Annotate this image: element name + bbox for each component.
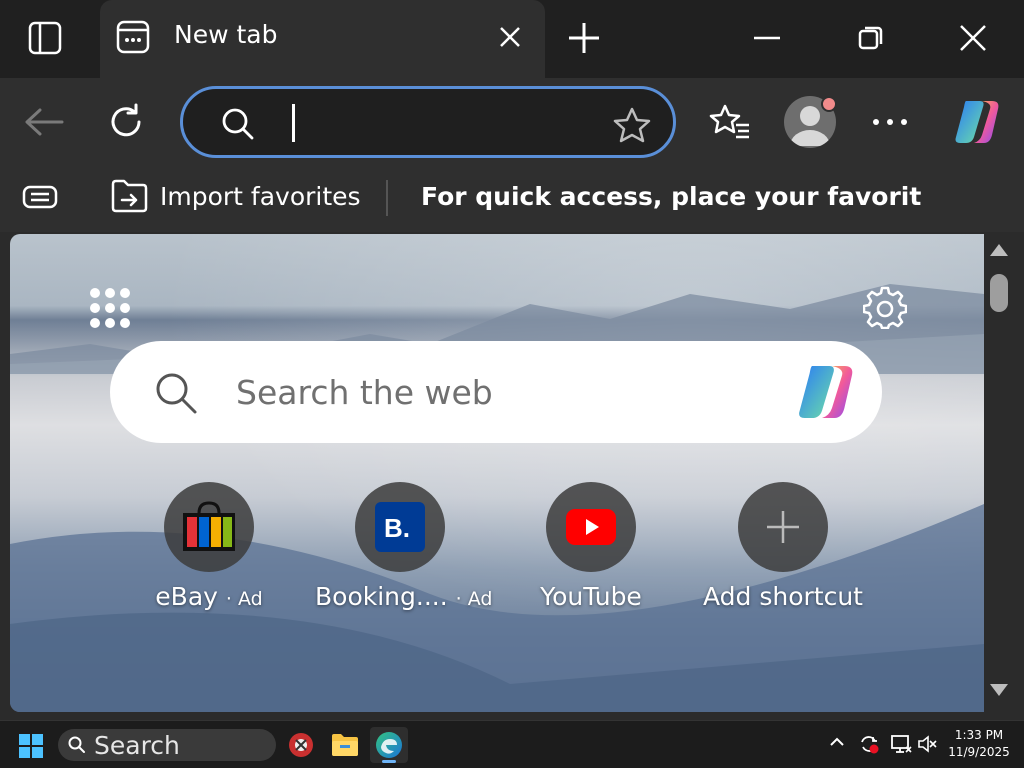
- svg-text:B.: B.: [384, 513, 410, 543]
- collections-icon: [22, 185, 58, 209]
- copilot-icon[interactable]: [792, 361, 862, 423]
- copilot-button[interactable]: [950, 94, 1006, 150]
- shortcut-youtube[interactable]: YouTube: [506, 482, 676, 622]
- address-input[interactable]: [283, 102, 593, 144]
- plus-icon: [569, 23, 599, 53]
- app-grid-icon: [90, 288, 130, 328]
- search-icon: [68, 736, 85, 753]
- shortcut-ebay[interactable]: eBay · Ad: [124, 482, 294, 622]
- system-clock[interactable]: 1:33 PM 11/9/2025: [938, 727, 1020, 761]
- search-icon: [222, 108, 254, 140]
- sync-status-icon-button[interactable]: [858, 733, 880, 759]
- booking-logo-icon: B.: [375, 502, 425, 552]
- add-shortcut-tile[interactable]: [738, 482, 828, 572]
- favorites-divider: [386, 180, 388, 216]
- tab-actions-icon: [28, 21, 62, 55]
- folder-import-icon: [111, 179, 148, 213]
- taskbar-app-edge[interactable]: [370, 727, 408, 763]
- tab-title: New tab: [174, 20, 278, 49]
- shortcut-booking[interactable]: B. Booking.... · Ad: [315, 482, 493, 622]
- shortcut-ebay-label: eBay · Ad: [155, 582, 263, 611]
- minimize-icon: [754, 36, 780, 40]
- collections-button[interactable]: [20, 181, 60, 217]
- import-favorites-label: Import favorites: [160, 181, 361, 211]
- favorites-list-icon: [709, 104, 749, 139]
- arrow-left-icon: [25, 108, 64, 136]
- tab-actions-button[interactable]: [22, 18, 68, 58]
- page-scrollbar[interactable]: [984, 234, 1014, 712]
- page-settings-button[interactable]: [862, 284, 908, 330]
- search-icon: [156, 373, 197, 414]
- sync-error-icon: [861, 736, 879, 754]
- network-icon-button[interactable]: [890, 733, 912, 759]
- web-search-input[interactable]: [236, 369, 756, 415]
- new-tab-page: eBay · Ad B. Booking.... · Ad YouTube Ad…: [10, 234, 984, 712]
- text-caret: [292, 104, 295, 142]
- shortcut-youtube-tile[interactable]: [546, 482, 636, 572]
- notification-dot: [821, 96, 837, 112]
- shortcut-ebay-tile[interactable]: [164, 482, 254, 572]
- volume-muted-icon: [918, 735, 937, 753]
- refresh-button[interactable]: [102, 98, 150, 146]
- start-button[interactable]: [18, 733, 44, 763]
- taskbar-search-label: Search: [94, 731, 180, 760]
- taskbar-app-game[interactable]: [282, 727, 320, 763]
- network-icon: [891, 735, 912, 753]
- navigation-toolbar: [0, 78, 1024, 166]
- taskbar-app-file-explorer[interactable]: [326, 727, 364, 763]
- favorites-bar: Import favorites For quick access, place…: [0, 166, 1024, 232]
- edge-browser-icon: [376, 732, 402, 758]
- show-hidden-icons-button[interactable]: [828, 733, 846, 755]
- settings-and-more-button[interactable]: [866, 98, 914, 146]
- scroll-up-arrow-icon[interactable]: [988, 242, 1010, 258]
- address-bar[interactable]: [180, 86, 676, 158]
- app-launcher-button[interactable]: [88, 286, 132, 330]
- plus-icon: [767, 511, 799, 543]
- import-favorites-button[interactable]: Import favorites: [110, 178, 361, 214]
- shortcut-add[interactable]: Add shortcut: [698, 482, 868, 622]
- volume-icon-button[interactable]: [916, 733, 938, 759]
- minimize-button[interactable]: [742, 18, 792, 58]
- add-favorite-star-icon[interactable]: [613, 107, 651, 143]
- restore-button[interactable]: [846, 18, 896, 58]
- new-tab-button[interactable]: [562, 16, 606, 60]
- youtube-logo-icon: [566, 509, 616, 545]
- chevron-up-icon: [830, 737, 844, 746]
- back-button[interactable]: [20, 98, 68, 146]
- web-search-box[interactable]: [110, 341, 882, 443]
- ebay-shopping-bag-icon: [183, 501, 235, 551]
- new-tab-favicon-icon: [116, 20, 150, 54]
- close-window-button[interactable]: [948, 18, 998, 58]
- more-dots-icon: [873, 119, 907, 125]
- game-app-icon: [289, 733, 313, 757]
- clock-date: 11/9/2025: [948, 745, 1010, 759]
- restore-icon: [858, 26, 883, 50]
- tab-new-tab[interactable]: New tab: [100, 0, 545, 78]
- close-icon: [960, 25, 986, 51]
- scrollbar-thumb[interactable]: [990, 274, 1008, 312]
- shortcut-youtube-label: YouTube: [540, 582, 642, 611]
- clock-time: 1:33 PM: [954, 728, 1004, 742]
- active-app-indicator: [382, 760, 396, 763]
- folder-icon: [332, 734, 358, 756]
- copilot-icon: [955, 101, 999, 143]
- gear-icon: [863, 286, 907, 329]
- scroll-down-arrow-icon[interactable]: [988, 682, 1010, 698]
- shortcut-booking-label: Booking.... · Ad: [315, 582, 493, 611]
- title-bar: New tab: [0, 0, 1024, 78]
- favorites-hint-text: For quick access, place your favorites h…: [421, 182, 921, 211]
- favorites-button[interactable]: [706, 98, 754, 146]
- windows-logo-icon: [19, 734, 43, 758]
- close-icon: [500, 27, 520, 47]
- shortcut-booking-tile[interactable]: B.: [355, 482, 445, 572]
- add-shortcut-label: Add shortcut: [703, 582, 863, 611]
- refresh-icon: [111, 103, 141, 137]
- windows-taskbar: Search 1:33 PM 11/9/2025: [0, 720, 1024, 768]
- tab-close-button[interactable]: [495, 22, 525, 52]
- taskbar-search-box[interactable]: Search: [58, 729, 276, 761]
